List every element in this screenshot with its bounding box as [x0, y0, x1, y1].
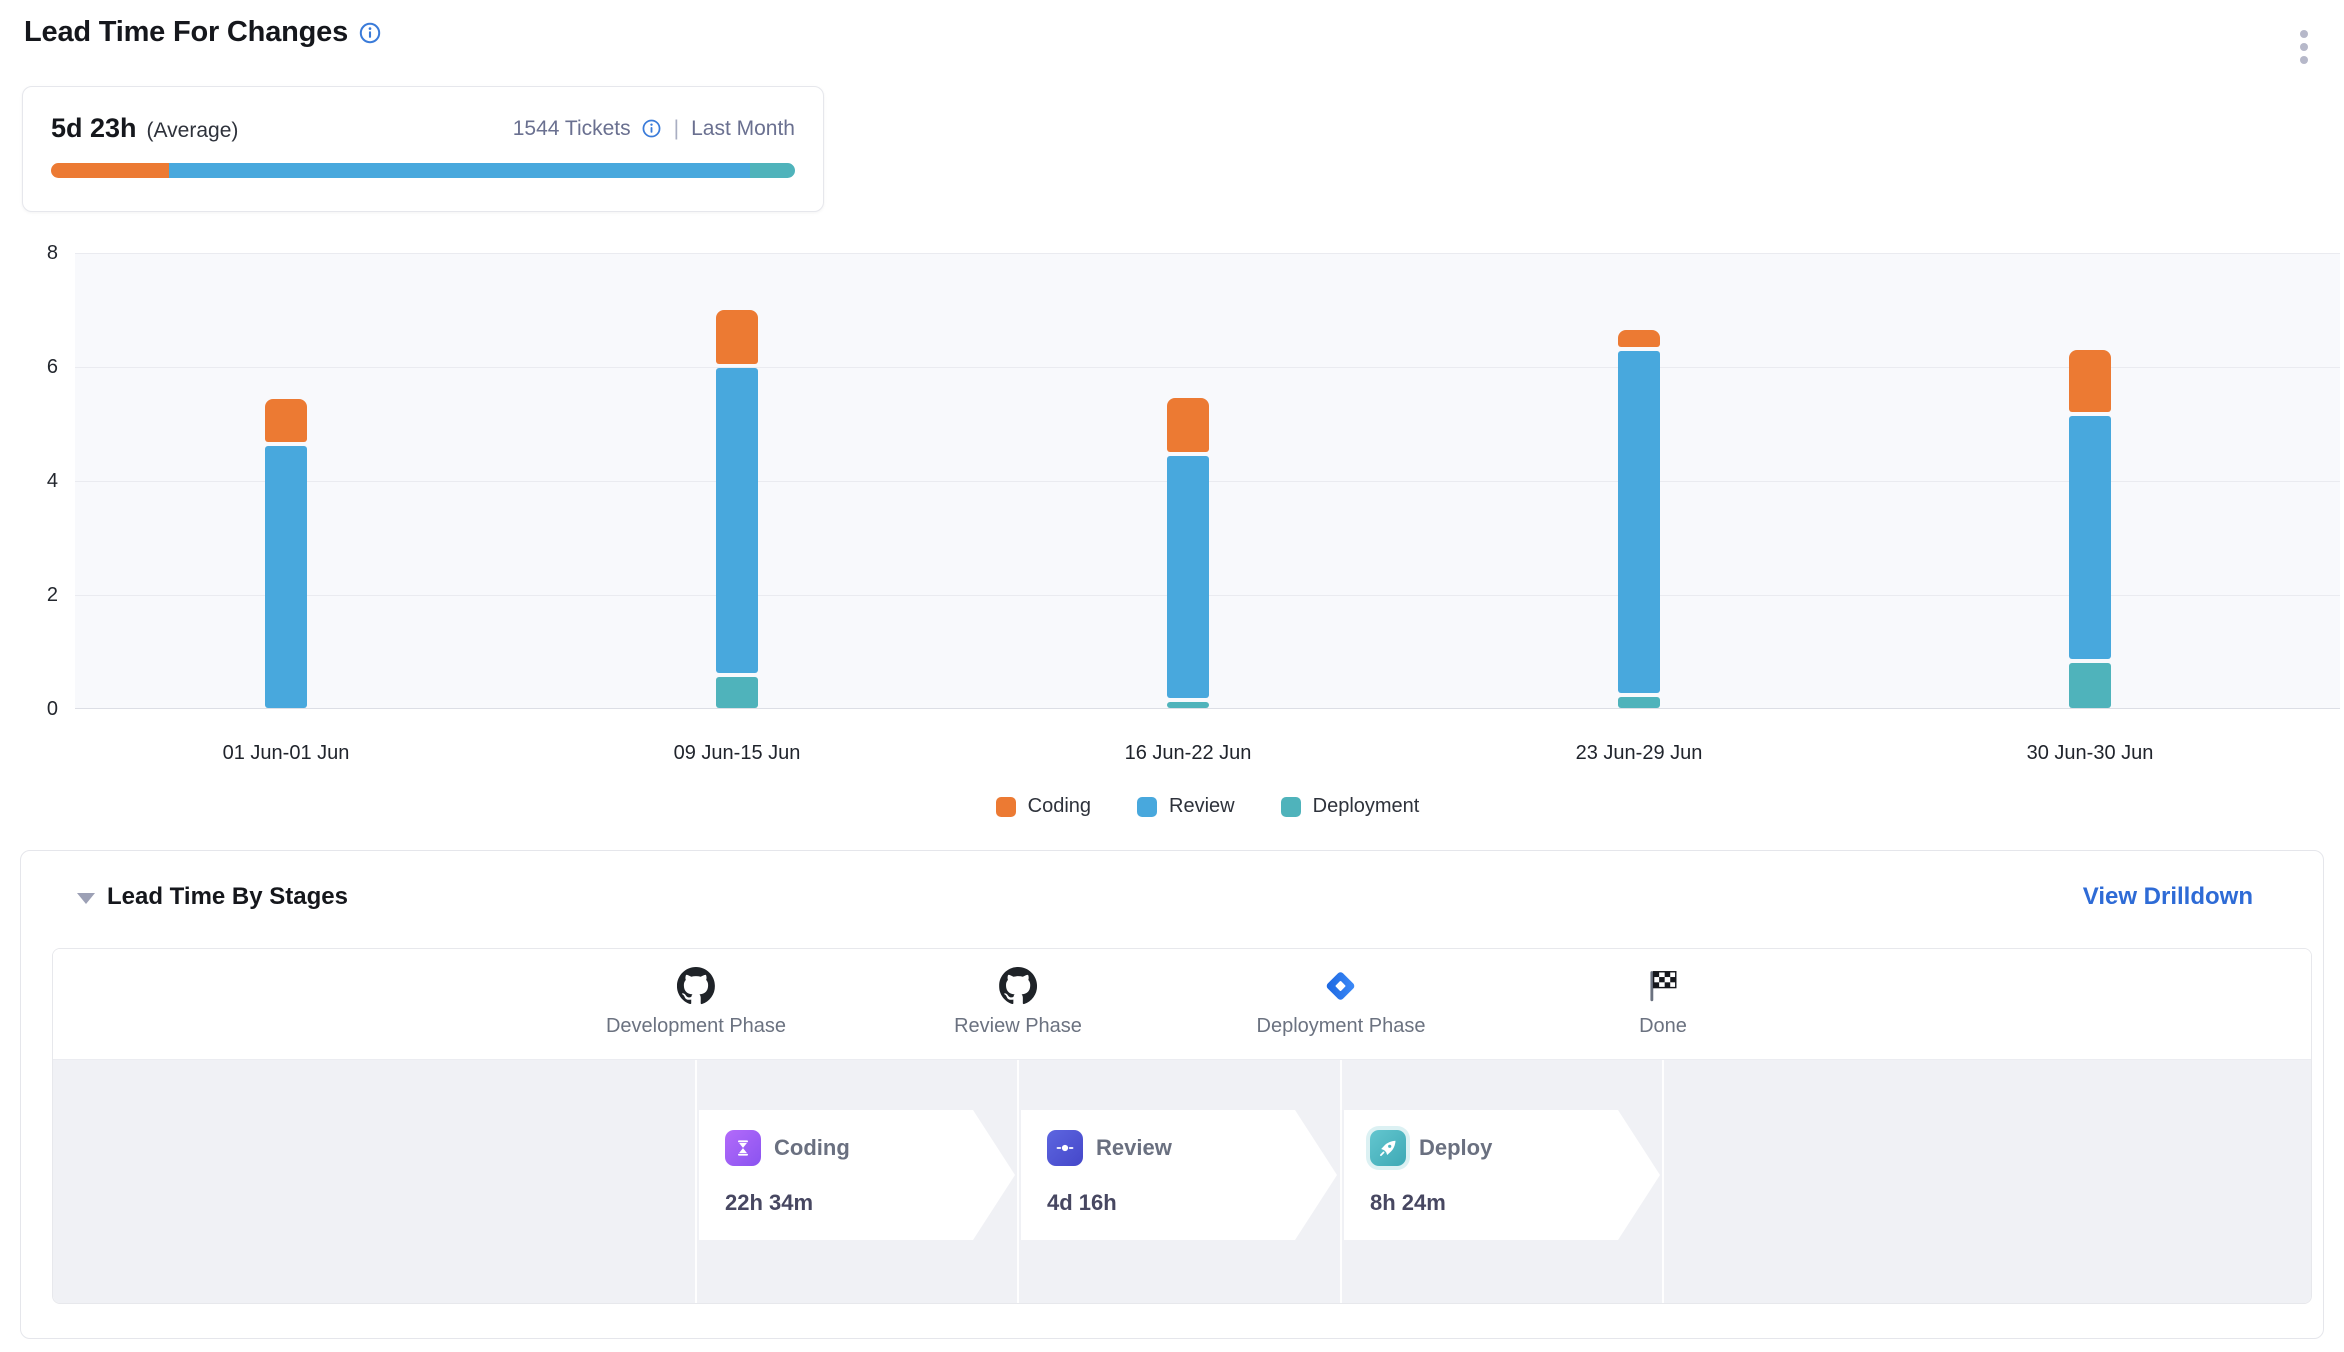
stages-table-body: Coding 22h 34m Review — [53, 1060, 2311, 1304]
phase-label: Done — [1639, 1015, 1687, 1038]
phase-marker-deployment: Deployment Phase — [1257, 967, 1426, 1038]
legend-label: Coding — [1028, 795, 1091, 818]
phase-marker-development: Development Phase — [606, 967, 786, 1038]
legend-swatch — [1281, 797, 1301, 817]
summary-bar-segment-review — [169, 163, 751, 178]
jira-icon — [1322, 967, 1360, 1005]
summary-bar-segment-coding — [51, 163, 169, 178]
legend-swatch — [996, 797, 1016, 817]
x-axis-tick-label: 23 Jun-29 Jun — [1576, 742, 1703, 765]
column-divider — [1662, 1060, 1664, 1304]
bar-segment-coding — [716, 310, 758, 364]
page-header: Lead Time For Changes — [24, 16, 382, 49]
legend-swatch — [1137, 797, 1157, 817]
column-divider — [695, 1060, 697, 1304]
page-title: Lead Time For Changes — [24, 16, 348, 49]
bar-09-jun-15-jun[interactable] — [716, 310, 758, 708]
phase-label: Deployment Phase — [1257, 1015, 1426, 1038]
stages-table: Development Phase Review Phase — [52, 948, 2312, 1304]
checkered-flag-icon — [1644, 967, 1682, 1005]
hourglass-icon — [725, 1130, 761, 1166]
lead-time-by-stages-panel: Lead Time By Stages View Drilldown Devel… — [20, 850, 2324, 1339]
bar-16-jun-22-jun[interactable] — [1167, 398, 1209, 708]
average-lead-time-value: 5d 23h — [51, 113, 137, 144]
bar-segment-coding — [2069, 350, 2111, 413]
tickets-info-icon[interactable] — [641, 118, 662, 139]
legend-item-review[interactable]: Review — [1137, 795, 1235, 818]
gridline — [75, 253, 2340, 254]
bar-segment-review — [1618, 351, 1660, 693]
period-label: Last Month — [691, 117, 795, 141]
stage-label: Coding — [774, 1135, 850, 1161]
view-drilldown-link[interactable]: View Drilldown — [2083, 883, 2253, 911]
gridline — [75, 367, 2340, 368]
x-axis-tick-label: 30 Jun-30 Jun — [2027, 742, 2154, 765]
summary-bar-segment-deployment — [750, 163, 795, 178]
stage-duration: 22h 34m — [725, 1190, 813, 1216]
column-divider — [1340, 1060, 1342, 1304]
kebab-menu-icon[interactable] — [2296, 26, 2312, 68]
bar-segment-deployment — [1167, 702, 1209, 708]
info-icon[interactable] — [358, 21, 382, 45]
phase-label: Review Phase — [954, 1015, 1082, 1038]
collapse-caret-icon[interactable] — [77, 893, 95, 904]
divider: | — [672, 117, 681, 141]
tickets-count: 1544 Tickets — [513, 117, 631, 141]
legend-item-deployment[interactable]: Deployment — [1281, 795, 1420, 818]
phase-label: Development Phase — [606, 1015, 786, 1038]
github-icon — [999, 967, 1037, 1005]
y-axis-tick-label: 8 — [0, 239, 58, 267]
stages-table-header: Development Phase Review Phase — [53, 949, 2311, 1060]
summary-distribution-bar — [51, 163, 795, 178]
stage-card-deploy[interactable]: Deploy 8h 24m — [1344, 1110, 1660, 1240]
bar-segment-coding — [1618, 330, 1660, 347]
bar-segment-review — [1167, 456, 1209, 698]
stage-label: Review — [1096, 1135, 1172, 1161]
bar-30-jun-30-jun[interactable] — [2069, 350, 2111, 708]
y-axis-tick-label: 0 — [0, 695, 58, 723]
bar-segment-review — [265, 446, 307, 708]
lead-time-dashboard: Lead Time For Changes 5d 23h (Average) 1… — [0, 0, 2344, 1352]
stage-label: Deploy — [1419, 1135, 1492, 1161]
x-axis-tick-label: 16 Jun-22 Jun — [1125, 742, 1252, 765]
chart-plot — [75, 253, 2340, 709]
legend-label: Deployment — [1313, 795, 1420, 818]
x-axis-tick-label: 01 Jun-01 Jun — [223, 742, 350, 765]
column-divider — [1017, 1060, 1019, 1304]
phase-marker-done: Done — [1639, 967, 1687, 1038]
bar-01-jun-01-jun[interactable] — [265, 399, 307, 708]
y-axis-tick-label: 2 — [0, 581, 58, 609]
gridline — [75, 708, 2340, 709]
bar-segment-review — [2069, 416, 2111, 658]
bar-segment-coding — [1167, 398, 1209, 452]
y-axis-tick-label: 4 — [0, 467, 58, 495]
legend-label: Review — [1169, 795, 1235, 818]
x-axis-tick-label: 09 Jun-15 Jun — [674, 742, 801, 765]
stage-duration: 8h 24m — [1370, 1190, 1446, 1216]
bar-segment-deployment — [1618, 697, 1660, 708]
bar-segment-deployment — [716, 677, 758, 708]
legend-item-coding[interactable]: Coding — [996, 795, 1091, 818]
stage-card-review[interactable]: Review 4d 16h — [1021, 1110, 1337, 1240]
chart-legend: Coding Review Deployment — [75, 795, 2340, 818]
y-axis-tick-label: 6 — [0, 353, 58, 381]
phase-marker-review: Review Phase — [954, 967, 1082, 1038]
average-label: (Average) — [147, 119, 239, 143]
summary-card: 5d 23h (Average) 1544 Tickets | Last Mon… — [22, 86, 824, 212]
bar-segment-deployment — [2069, 663, 2111, 708]
github-icon — [677, 967, 715, 1005]
bar-segment-review — [716, 368, 758, 673]
commit-icon — [1047, 1130, 1083, 1166]
bar-segment-coding — [265, 399, 307, 442]
stage-card-coding[interactable]: Coding 22h 34m — [699, 1110, 1015, 1240]
rocket-icon — [1370, 1130, 1406, 1166]
stage-duration: 4d 16h — [1047, 1190, 1117, 1216]
stages-panel-header: Lead Time By Stages View Drilldown — [21, 881, 2323, 917]
bar-23-jun-29-jun[interactable] — [1618, 330, 1660, 708]
stages-panel-title: Lead Time By Stages — [107, 883, 348, 911]
